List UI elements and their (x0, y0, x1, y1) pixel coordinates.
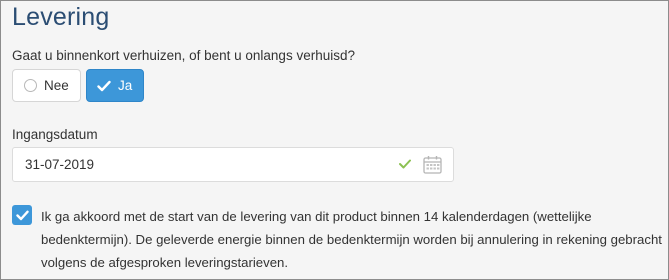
checkmark-icon (15, 210, 29, 220)
agreement-line-2: bedenktermijn). De geleverde energie bin… (41, 232, 662, 247)
agreement-text: Ik ga akkoord met de start van de leveri… (41, 205, 668, 274)
moving-question-label: Gaat u binnenkort verhuizen, of bent u o… (12, 48, 355, 63)
option-nee-button[interactable]: Nee (12, 69, 81, 102)
agreement-line-3: volgens de afgesproken leveringstarieven… (41, 255, 289, 270)
start-date-input[interactable]: 31-07-2019 (12, 147, 454, 182)
start-date-label: Ingangsdatum (12, 127, 98, 142)
agreement-checkbox[interactable] (12, 205, 32, 225)
option-ja-button[interactable]: Ja (86, 69, 144, 102)
calendar-icon[interactable] (423, 155, 442, 174)
start-date-value: 31-07-2019 (25, 157, 95, 172)
agreement-line-1: Ik ga akkoord met de start van de leveri… (41, 209, 592, 224)
delivery-section: Levering Gaat u binnenkort verhuizen, of… (0, 0, 669, 280)
checkmark-icon (97, 80, 111, 91)
valid-checkmark-icon (399, 159, 411, 169)
option-ja-label: Ja (118, 78, 133, 93)
radio-empty-icon (24, 79, 37, 92)
section-title: Levering (12, 3, 110, 31)
option-nee-label: Nee (44, 78, 69, 93)
